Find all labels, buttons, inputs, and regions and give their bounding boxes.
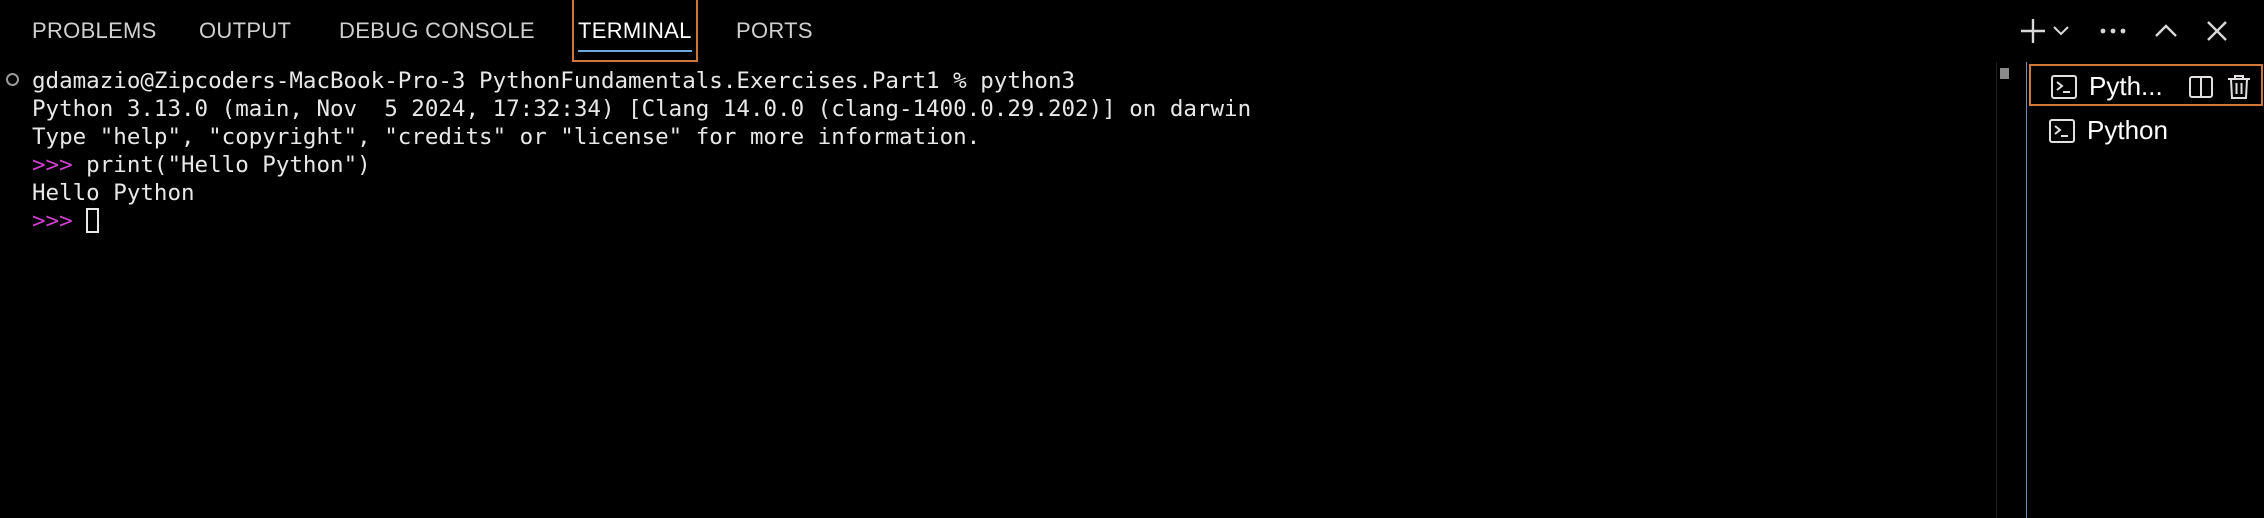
terminal-tab-python-2[interactable]: Python xyxy=(2029,110,2263,152)
close-icon xyxy=(2207,21,2227,41)
terminal-tab-label: Python xyxy=(2087,115,2168,145)
python-prompt: >>> xyxy=(32,208,73,234)
terminal-cursor xyxy=(86,208,100,233)
terminal-scrollbar-thumb[interactable] xyxy=(2000,68,2009,79)
ellipsis-icon xyxy=(2100,28,2126,34)
python-prompt: >>> xyxy=(32,152,73,178)
terminal-line-input: >>> print("Hello Python") xyxy=(32,151,371,179)
terminal-line-version: Python 3.13.0 (main, Nov 5 2024, 17:32:3… xyxy=(32,96,1252,122)
launch-profile-button[interactable] xyxy=(2050,14,2072,48)
trash-icon xyxy=(2228,75,2250,99)
terminal-input-text: print("Hello Python") xyxy=(72,152,371,178)
terminal-tab-python-1[interactable]: Pyth... xyxy=(2029,64,2263,106)
panel-tab-bar: PROBLEMS OUTPUT DEBUG CONSOLE TERMINAL P… xyxy=(0,0,2264,62)
terminal-line-prompt: >>> xyxy=(32,207,100,235)
tab-debug-console[interactable]: DEBUG CONSOLE xyxy=(339,0,535,62)
chevron-down-icon xyxy=(2053,26,2069,36)
terminal-icon xyxy=(2049,119,2075,143)
tab-output[interactable]: OUTPUT xyxy=(199,0,291,62)
close-panel-button[interactable] xyxy=(2200,14,2234,48)
new-terminal-button[interactable] xyxy=(2016,14,2050,48)
terminal-line-help: Type "help", "copyright", "credits" or "… xyxy=(32,124,981,150)
terminal-scrollbar[interactable] xyxy=(1996,62,2026,518)
terminal-icon xyxy=(2051,75,2077,99)
maximize-panel-button[interactable] xyxy=(2149,14,2183,48)
terminal-tabs-list: Pyth... Python xyxy=(2026,62,2264,518)
tab-problems[interactable]: PROBLEMS xyxy=(32,0,157,62)
kill-terminal-button[interactable] xyxy=(2225,73,2253,101)
more-actions-button[interactable] xyxy=(2096,14,2130,48)
tab-ports[interactable]: PORTS xyxy=(736,0,813,62)
active-tab-underline xyxy=(578,50,692,52)
tab-terminal-label: TERMINAL xyxy=(578,18,692,43)
terminal-line-output: Hello Python xyxy=(32,180,195,206)
command-decoration-icon[interactable] xyxy=(6,73,19,86)
panel: PROBLEMS OUTPUT DEBUG CONSOLE TERMINAL P… xyxy=(0,0,2264,518)
terminal-line-command: gdamazio@Zipcoders-MacBook-Pro-3 PythonF… xyxy=(32,68,1076,94)
split-terminal-button[interactable] xyxy=(2187,73,2215,101)
chevron-up-icon xyxy=(2155,24,2177,37)
plus-icon xyxy=(2021,19,2045,43)
split-terminal-icon xyxy=(2189,76,2213,98)
terminal-output[interactable]: gdamazio@Zipcoders-MacBook-Pro-3 PythonF… xyxy=(0,62,1996,518)
terminal-tab-label: Pyth... xyxy=(2089,71,2163,101)
tab-terminal[interactable]: TERMINAL xyxy=(572,0,698,62)
